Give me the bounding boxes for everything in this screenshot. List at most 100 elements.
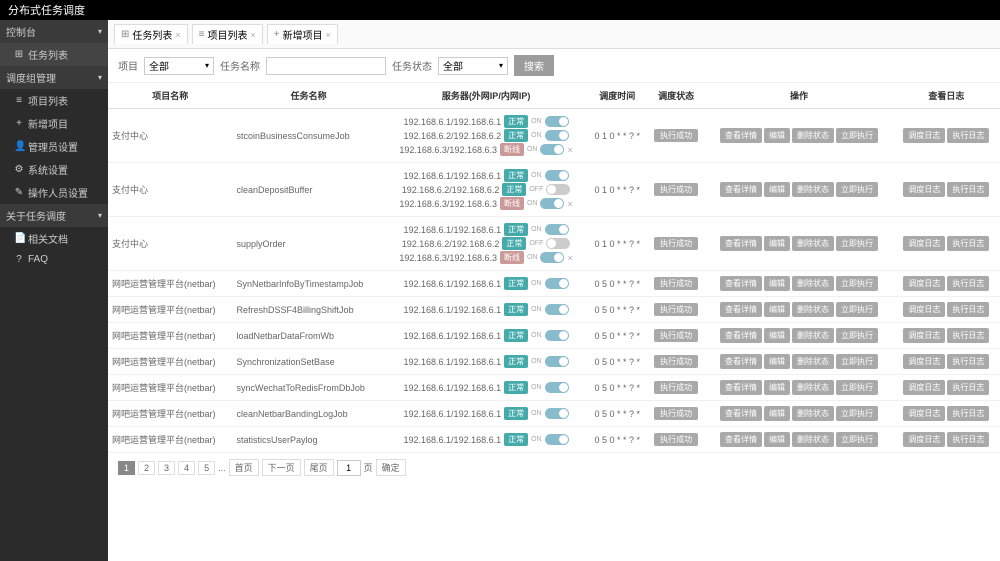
page-goto-confirm[interactable]: 确定 bbox=[376, 459, 406, 476]
op-button[interactable]: 查看详情 bbox=[720, 406, 762, 421]
op-button[interactable]: 删除状态 bbox=[792, 354, 834, 369]
op-button[interactable]: 编辑 bbox=[764, 432, 790, 447]
sidebar-group-header[interactable]: 调度组管理▾ bbox=[0, 66, 108, 89]
log-button[interactable]: 调度日志 bbox=[903, 328, 945, 343]
filter-status-select[interactable]: 全部▾ bbox=[438, 57, 508, 75]
op-button[interactable]: 查看详情 bbox=[720, 128, 762, 143]
sidebar-item[interactable]: ?FAQ bbox=[0, 250, 108, 269]
op-button[interactable]: 查看详情 bbox=[720, 302, 762, 317]
op-button[interactable]: 删除状态 bbox=[792, 328, 834, 343]
op-button[interactable]: 立即执行 bbox=[836, 406, 878, 421]
log-button[interactable]: 执行日志 bbox=[947, 406, 989, 421]
server-toggle[interactable] bbox=[546, 184, 570, 195]
server-toggle[interactable] bbox=[545, 434, 569, 445]
op-button[interactable]: 查看详情 bbox=[720, 276, 762, 291]
server-toggle[interactable] bbox=[545, 408, 569, 419]
op-button[interactable]: 编辑 bbox=[764, 236, 790, 251]
log-button[interactable]: 调度日志 bbox=[903, 432, 945, 447]
op-button[interactable]: 查看详情 bbox=[720, 182, 762, 197]
log-button[interactable]: 执行日志 bbox=[947, 354, 989, 369]
op-button[interactable]: 立即执行 bbox=[836, 432, 878, 447]
op-button[interactable]: 删除状态 bbox=[792, 182, 834, 197]
server-toggle[interactable] bbox=[546, 238, 570, 249]
log-button[interactable]: 执行日志 bbox=[947, 236, 989, 251]
server-toggle[interactable] bbox=[540, 198, 564, 209]
page-goto-input[interactable] bbox=[337, 460, 361, 476]
op-button[interactable]: 查看详情 bbox=[720, 328, 762, 343]
op-button[interactable]: 删除状态 bbox=[792, 236, 834, 251]
page-number[interactable]: 1 bbox=[118, 461, 135, 475]
log-button[interactable]: 调度日志 bbox=[903, 182, 945, 197]
op-button[interactable]: 编辑 bbox=[764, 182, 790, 197]
page-number[interactable]: 2 bbox=[138, 461, 155, 475]
log-button[interactable]: 执行日志 bbox=[947, 276, 989, 291]
log-button[interactable]: 调度日志 bbox=[903, 354, 945, 369]
sidebar-item[interactable]: +新增项目 bbox=[0, 112, 108, 135]
op-button[interactable]: 立即执行 bbox=[836, 128, 878, 143]
op-button[interactable]: 立即执行 bbox=[836, 236, 878, 251]
op-button[interactable]: 查看详情 bbox=[720, 432, 762, 447]
page-next[interactable]: 下一页 bbox=[262, 459, 301, 476]
log-button[interactable]: 调度日志 bbox=[903, 128, 945, 143]
op-button[interactable]: 立即执行 bbox=[836, 276, 878, 291]
log-button[interactable]: 调度日志 bbox=[903, 236, 945, 251]
close-icon[interactable]: × bbox=[567, 199, 572, 209]
server-toggle[interactable] bbox=[540, 144, 564, 155]
op-button[interactable]: 立即执行 bbox=[836, 182, 878, 197]
filter-taskname-input[interactable] bbox=[266, 57, 386, 75]
server-toggle[interactable] bbox=[545, 304, 569, 315]
page-number[interactable]: 5 bbox=[198, 461, 215, 475]
sidebar-group-header[interactable]: 关于任务调度▾ bbox=[0, 204, 108, 227]
log-button[interactable]: 执行日志 bbox=[947, 182, 989, 197]
op-button[interactable]: 删除状态 bbox=[792, 406, 834, 421]
log-button[interactable]: 执行日志 bbox=[947, 432, 989, 447]
sidebar-item[interactable]: ✎操作人员设置 bbox=[0, 181, 108, 204]
op-button[interactable]: 立即执行 bbox=[836, 328, 878, 343]
server-toggle[interactable] bbox=[545, 224, 569, 235]
op-button[interactable]: 查看详情 bbox=[720, 380, 762, 395]
server-toggle[interactable] bbox=[545, 170, 569, 181]
op-button[interactable]: 立即执行 bbox=[836, 380, 878, 395]
op-button[interactable]: 删除状态 bbox=[792, 302, 834, 317]
close-icon[interactable]: × bbox=[567, 145, 572, 155]
op-button[interactable]: 查看详情 bbox=[720, 354, 762, 369]
sidebar-item[interactable]: 👤管理员设置 bbox=[0, 135, 108, 158]
server-toggle[interactable] bbox=[545, 130, 569, 141]
close-icon[interactable]: × bbox=[567, 253, 572, 263]
tab[interactable]: ⊞任务列表× bbox=[114, 24, 188, 44]
server-toggle[interactable] bbox=[545, 278, 569, 289]
log-button[interactable]: 执行日志 bbox=[947, 328, 989, 343]
search-button[interactable]: 搜索 bbox=[514, 55, 554, 76]
tab[interactable]: ≡项目列表× bbox=[192, 24, 263, 44]
op-button[interactable]: 编辑 bbox=[764, 276, 790, 291]
op-button[interactable]: 删除状态 bbox=[792, 276, 834, 291]
sidebar-item[interactable]: ≡项目列表 bbox=[0, 89, 108, 112]
op-button[interactable]: 立即执行 bbox=[836, 354, 878, 369]
server-toggle[interactable] bbox=[545, 356, 569, 367]
op-button[interactable]: 立即执行 bbox=[836, 302, 878, 317]
log-button[interactable]: 调度日志 bbox=[903, 406, 945, 421]
op-button[interactable]: 编辑 bbox=[764, 128, 790, 143]
page-first[interactable]: 首页 bbox=[229, 459, 259, 476]
op-button[interactable]: 删除状态 bbox=[792, 128, 834, 143]
page-last[interactable]: 尾页 bbox=[304, 459, 334, 476]
sidebar-group-header[interactable]: 控制台▾ bbox=[0, 20, 108, 43]
op-button[interactable]: 编辑 bbox=[764, 406, 790, 421]
op-button[interactable]: 编辑 bbox=[764, 380, 790, 395]
log-button[interactable]: 执行日志 bbox=[947, 128, 989, 143]
server-toggle[interactable] bbox=[545, 382, 569, 393]
tab[interactable]: +新增项目× bbox=[267, 24, 338, 44]
log-button[interactable]: 执行日志 bbox=[947, 380, 989, 395]
filter-project-select[interactable]: 全部▾ bbox=[144, 57, 214, 75]
log-button[interactable]: 调度日志 bbox=[903, 302, 945, 317]
log-button[interactable]: 执行日志 bbox=[947, 302, 989, 317]
op-button[interactable]: 编辑 bbox=[764, 354, 790, 369]
close-icon[interactable]: × bbox=[326, 30, 331, 40]
server-toggle[interactable] bbox=[545, 116, 569, 127]
op-button[interactable]: 删除状态 bbox=[792, 432, 834, 447]
close-icon[interactable]: × bbox=[251, 30, 256, 40]
close-icon[interactable]: × bbox=[175, 30, 180, 40]
op-button[interactable]: 查看详情 bbox=[720, 236, 762, 251]
sidebar-item[interactable]: 📄相关文档 bbox=[0, 227, 108, 250]
page-number[interactable]: 3 bbox=[158, 461, 175, 475]
